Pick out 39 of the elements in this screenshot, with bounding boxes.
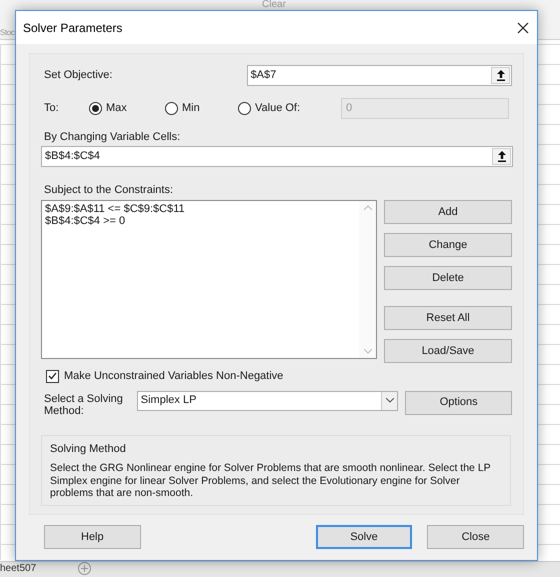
radio-button[interactable] — [165, 102, 178, 115]
collapse-button[interactable] — [491, 67, 510, 84]
dialog-button[interactable]: Delete — [384, 266, 512, 290]
input-field[interactable]: $B$4:$C$4 — [41, 146, 513, 167]
list-item[interactable]: $A$9:$A$11 <= $C$9:$C$11 — [45, 203, 359, 215]
up-arrow-icon[interactable] — [496, 70, 506, 81]
collapse-button[interactable] — [492, 148, 511, 165]
up-arrow-icon[interactable] — [496, 151, 506, 162]
dialog-button[interactable]: Add — [384, 200, 512, 224]
field-label: To: — [43, 101, 60, 116]
checkbox-label[interactable]: Make Unconstrained Variables Non-Negative — [64, 368, 284, 384]
window-title: Solver Parameters — [23, 20, 122, 36]
dialog-button[interactable]: Reset All — [384, 306, 512, 330]
list-item[interactable]: $B$4:$C$4 >= 0 — [45, 215, 359, 227]
options-button[interactable]: Options — [405, 390, 512, 414]
group-title: Solving Method — [50, 442, 127, 456]
description-text: Select the GRG Nonlinear engine for Solver Problems that are smooth nonlinear. Select the LP Simplex engine for linear Solver Problems, and select the Evolutionary engine for Solver problems that are non-smooth. — [50, 462, 492, 500]
close-icon[interactable] — [517, 22, 529, 34]
dialog-button[interactable]: Load/Save — [384, 339, 512, 363]
dropdown[interactable]: Simplex LP — [136, 390, 398, 410]
sheet-tab[interactable]: heet507 — [0, 562, 36, 576]
radio-button[interactable] — [89, 102, 102, 115]
constraint-list[interactable]: $A$9:$A$11 <= $C$9:$C$11 $B$4:$C$4 >= 0 — [41, 200, 377, 359]
add-sheet-icon[interactable] — [78, 562, 91, 575]
input-field[interactable]: $A$7 — [246, 65, 512, 86]
dialog-button[interactable]: Change — [384, 233, 512, 257]
field-label: Select a Solving Method: — [43, 392, 124, 416]
field-label: Set Objective: — [43, 68, 114, 84]
radio-label[interactable]: Max — [106, 100, 127, 117]
dialog-button[interactable]: Help — [44, 525, 141, 549]
radio-label[interactable]: Value Of: — [255, 100, 300, 117]
dialog-button[interactable]: Close — [427, 525, 524, 549]
radio-button[interactable] — [238, 102, 251, 115]
field-label: By Changing Variable Cells: — [43, 130, 182, 144]
radio-label[interactable]: Min — [182, 100, 200, 117]
checkbox[interactable] — [46, 370, 59, 383]
chevron-down-icon[interactable] — [381, 392, 398, 410]
dialog-button[interactable]: Solve — [316, 525, 412, 549]
field-label: Subject to the Constraints: — [43, 183, 174, 197]
